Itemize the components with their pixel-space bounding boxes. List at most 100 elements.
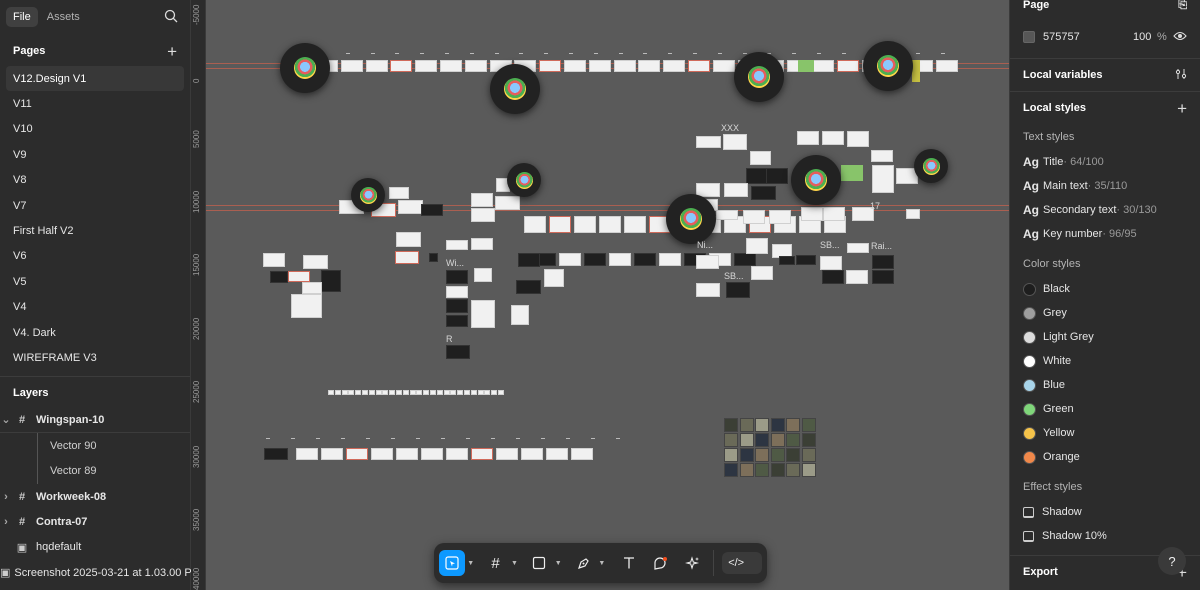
frame-thumbnail[interactable]	[906, 209, 920, 219]
page-item[interactable]: First Half V2	[0, 218, 190, 243]
color-style-item[interactable]: Orange	[1010, 445, 1200, 469]
frame-thumbnail[interactable]	[471, 193, 493, 207]
frame-thumbnail[interactable]	[751, 186, 776, 200]
frame-thumbnail[interactable]	[288, 271, 310, 282]
frame-thumbnail[interactable]	[613, 60, 636, 72]
frame-thumbnail[interactable]	[321, 270, 341, 292]
frame-thumbnail[interactable]	[471, 448, 493, 460]
chevron-down-icon[interactable]: ⌄	[0, 413, 12, 426]
page-color-hex[interactable]: 575757	[1043, 31, 1133, 43]
frame-thumbnail[interactable]	[546, 448, 568, 460]
frame-thumbnail[interactable]	[624, 216, 646, 233]
frame-thumbnail[interactable]	[599, 216, 621, 233]
photo-thumbnail[interactable]	[724, 418, 738, 432]
photo-thumbnail[interactable]	[755, 418, 769, 432]
frame-thumbnail[interactable]	[302, 282, 322, 294]
frame-thumbnail[interactable]	[409, 390, 416, 395]
frame-thumbnail[interactable]	[559, 253, 581, 266]
frame-thumbnail[interactable]	[421, 204, 443, 216]
frame-thumbnail[interactable]	[464, 60, 487, 72]
design-canvas[interactable]: XXX Ni... SB... SB... Rai... 17 Wi... R	[206, 0, 1009, 590]
frame-label[interactable]: 17	[870, 201, 880, 211]
page-item[interactable]: V7	[0, 193, 190, 218]
frame-thumbnail[interactable]	[346, 448, 368, 460]
frame-thumbnail[interactable]	[516, 280, 541, 294]
collaborator-avatar[interactable]	[507, 163, 541, 197]
color-style-item[interactable]: Black	[1010, 277, 1200, 301]
photo-thumbnail[interactable]	[801, 418, 816, 432]
color-style-item[interactable]: Blue	[1010, 373, 1200, 397]
photo-thumbnail[interactable]	[739, 448, 754, 462]
pen-tool-chevron-down-icon[interactable]: ▼	[596, 560, 608, 567]
frame-thumbnail[interactable]	[798, 60, 814, 72]
frame-thumbnail[interactable]	[498, 390, 504, 395]
layer-item[interactable]: › # Contra-07	[0, 509, 190, 534]
photo-thumbnail[interactable]	[724, 448, 738, 462]
frame-thumbnail[interactable]	[446, 448, 468, 460]
search-icon[interactable]	[164, 9, 180, 25]
frame-thumbnail[interactable]	[440, 60, 462, 72]
frame-thumbnail[interactable]	[477, 390, 484, 395]
frame-label[interactable]: Ni...	[697, 240, 713, 250]
frame-thumbnail[interactable]	[871, 150, 893, 162]
help-button[interactable]: ?	[1158, 547, 1186, 575]
frame-thumbnail[interactable]	[355, 390, 362, 395]
photo-thumbnail[interactable]	[770, 418, 785, 432]
variables-settings-icon[interactable]	[1175, 68, 1187, 83]
frame-thumbnail[interactable]	[470, 390, 477, 395]
collaborator-avatar[interactable]	[666, 194, 716, 244]
layer-item[interactable]: Vector 89	[0, 458, 190, 485]
chevron-right-icon[interactable]: ›	[0, 516, 12, 528]
frame-thumbnail[interactable]	[264, 448, 288, 460]
frame-thumbnail[interactable]	[726, 282, 750, 298]
frame-thumbnail[interactable]	[750, 151, 771, 165]
frame-tool-chevron-down-icon[interactable]: ▼	[509, 560, 521, 567]
page-color-swatch[interactable]	[1023, 31, 1035, 43]
frame-thumbnail[interactable]	[398, 200, 423, 214]
frame-thumbnail[interactable]	[841, 165, 863, 181]
layer-item[interactable]: ▣ hqdefault	[0, 535, 190, 560]
frame-thumbnail[interactable]	[491, 390, 498, 395]
color-style-item[interactable]: White	[1010, 349, 1200, 373]
frame-thumbnail[interactable]	[496, 448, 518, 460]
frame-thumbnail[interactable]	[296, 448, 318, 460]
photo-thumbnail[interactable]	[755, 433, 769, 447]
frame-thumbnail[interactable]	[723, 134, 747, 150]
frame-thumbnail[interactable]	[663, 60, 686, 72]
frame-thumbnail[interactable]	[716, 210, 738, 220]
add-style-plus-icon[interactable]: +	[1177, 100, 1187, 117]
frame-thumbnail[interactable]	[696, 283, 720, 297]
text-tool-icon[interactable]	[616, 550, 642, 576]
frame-thumbnail[interactable]	[484, 390, 491, 395]
frame-thumbnail[interactable]	[912, 60, 920, 82]
photo-thumbnail[interactable]	[755, 463, 769, 477]
frame-thumbnail[interactable]	[696, 136, 721, 148]
frame-thumbnail[interactable]	[430, 390, 436, 395]
page-item[interactable]: V8	[0, 168, 190, 193]
frame-thumbnail[interactable]	[368, 390, 375, 395]
layer-item[interactable]: Vector 90	[0, 433, 190, 459]
frame-thumbnail[interactable]	[638, 60, 661, 72]
layer-item[interactable]: ▣ Screenshot 2025-03-21 at 1.03.00 PM	[0, 560, 201, 585]
photo-thumbnail[interactable]	[786, 463, 800, 477]
effect-style-item[interactable]: Shadow 10%	[1010, 524, 1200, 548]
frame-thumbnail[interactable]	[751, 266, 773, 280]
frame-label[interactable]: R	[446, 334, 453, 344]
frame-thumbnail[interactable]	[421, 448, 443, 460]
frame-thumbnail[interactable]	[549, 216, 571, 233]
effect-style-item[interactable]: Shadow	[1010, 500, 1200, 524]
frame-thumbnail[interactable]	[812, 60, 834, 72]
frame-thumbnail[interactable]	[724, 183, 748, 197]
frame-thumbnail[interactable]	[696, 255, 719, 269]
move-tool-chevron-down-icon[interactable]: ▼	[465, 560, 477, 567]
frame-thumbnail[interactable]	[371, 448, 393, 460]
frame-thumbnail[interactable]	[303, 255, 328, 269]
frame-thumbnail[interactable]	[348, 390, 355, 395]
collaborator-avatar[interactable]	[914, 149, 948, 183]
photo-thumbnail[interactable]	[755, 448, 769, 462]
frame-thumbnail[interactable]	[766, 168, 788, 184]
frame-thumbnail[interactable]	[743, 210, 765, 224]
frame-thumbnail[interactable]	[823, 207, 845, 221]
frame-tool-icon[interactable]: #	[483, 550, 509, 576]
tab-file[interactable]: File	[6, 7, 38, 27]
